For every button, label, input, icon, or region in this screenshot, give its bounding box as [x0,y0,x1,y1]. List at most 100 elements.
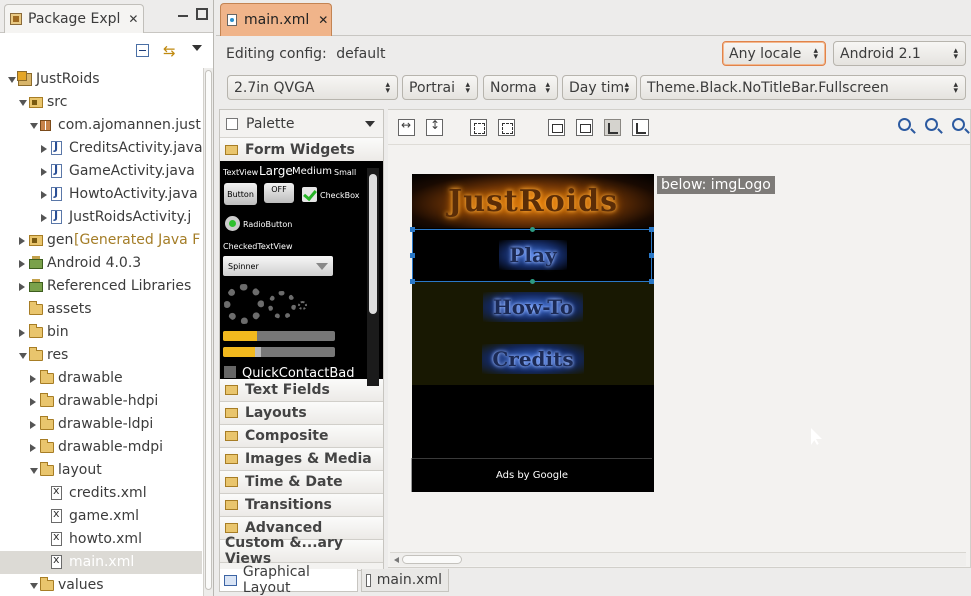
toggle-fill-width-icon[interactable] [398,118,415,136]
anchor-handle[interactable] [530,279,535,284]
palette-category[interactable]: Text Fields [220,379,383,402]
chevron-right-icon[interactable] [19,260,25,268]
tree-item[interactable]: Android 4.0.3 [0,252,202,275]
zoom-real-size-icon[interactable] [898,118,911,131]
chevron-right-icon[interactable] [19,329,25,337]
theme-select[interactable]: Theme.Black.NoTitleBar.Fullscreen ▴ ▾ [640,75,966,100]
margins-icon[interactable] [470,119,487,136]
chevron-down-icon[interactable] [8,77,16,83]
chevron-right-icon[interactable] [19,237,25,245]
scrollbar-thumb[interactable] [205,70,212,590]
tree-scrollbar[interactable] [203,68,213,596]
chevron-down-icon[interactable] [19,100,27,106]
resize-handle[interactable] [410,227,415,232]
widget-quick-contact-badge[interactable]: QuickContactBad [224,366,354,379]
palette-category[interactable]: Time & Date [220,471,383,494]
gravity-icon[interactable] [498,119,515,136]
widget-small-text[interactable]: Small [334,168,356,177]
align-icon[interactable] [604,119,621,136]
tab-main-xml-source[interactable]: main.xml [361,569,449,592]
chevron-right-icon[interactable] [30,375,36,383]
howto-button-image[interactable]: How-To [412,281,654,333]
time-select[interactable]: Day tim ▴ ▾ [562,75,637,100]
tree-item[interactable]: howto.xml [0,528,202,551]
chevron-right-icon[interactable] [19,283,25,291]
chevron-down-icon[interactable] [365,121,375,127]
resize-handle[interactable] [649,227,654,232]
zoom-out-icon[interactable] [925,118,938,131]
device-select[interactable]: 2.7in QVGA ▴ ▾ [227,75,398,100]
widget-button[interactable]: Button [224,183,257,205]
align-baseline-icon[interactable] [632,119,649,136]
credits-button-image[interactable]: Credits [412,333,654,385]
close-icon[interactable]: ✕ [318,13,328,27]
tree-item[interactable]: JustRoids [0,68,202,91]
target-select[interactable]: Android 2.1 ▴ ▾ [833,41,966,66]
widget-large-text[interactable]: Large [259,164,293,178]
palette-header[interactable]: Palette [220,110,383,138]
resize-handle[interactable] [649,253,654,258]
tree-item[interactable]: src [0,91,202,114]
maximize-icon[interactable] [196,8,208,20]
palette-category[interactable]: Layouts [220,402,383,425]
resize-handle[interactable] [649,279,654,284]
zoom-in-icon[interactable] [952,118,965,131]
widget-progress-small[interactable] [298,301,307,310]
chevron-down-icon[interactable] [19,353,27,359]
widget-toggle-button[interactable]: OFF [264,183,294,203]
widget-checkbox-icon[interactable] [302,187,317,202]
palette-category[interactable]: Custom &...ary Views [220,535,383,567]
widget-checkbox-label[interactable]: CheckBox [320,191,359,200]
chevron-right-icon[interactable] [41,191,47,199]
tree-item[interactable]: Referenced Libraries [0,275,202,298]
minimize-icon[interactable] [176,8,190,22]
tree-item[interactable]: gen [Generated Java F [0,229,202,252]
layout-width-icon[interactable] [548,119,565,136]
scrollbar-thumb[interactable] [369,174,377,314]
tree-item[interactable]: drawable-hdpi [0,390,202,413]
package-explorer-tab[interactable]: Package Expl ✕ [4,4,144,33]
view-menu-icon[interactable] [192,45,202,51]
widget-spinner[interactable]: Spinner [223,256,333,276]
tab-graphical-layout[interactable]: Graphical Layout [219,564,358,596]
editor-tab-main-xml[interactable]: main.xml ✕ [220,3,332,36]
palette-category-form-widgets[interactable]: Form Widgets [220,138,383,161]
selection-box[interactable] [410,227,654,284]
palette-category[interactable]: Composite [220,425,383,448]
chevron-right-icon[interactable] [41,214,47,222]
palette-category[interactable]: Images & Media [220,448,383,471]
chevron-down-icon[interactable] [30,468,38,474]
widget-radio-label[interactable]: RadioButton [243,220,292,229]
tree-item[interactable]: values [0,574,202,596]
tree-item[interactable]: HowtoActivity.java [0,183,202,206]
link-with-editor-icon[interactable]: ⇆ [163,42,176,60]
palette-scrollbar[interactable] [367,168,379,386]
widget-progress-normal[interactable] [268,291,296,319]
tree-item[interactable]: main.xml [0,551,202,574]
tree-item[interactable]: bin [0,321,202,344]
tree-item[interactable]: layout [0,459,202,482]
palette-category[interactable]: Transitions [220,494,383,517]
close-icon[interactable]: ✕ [128,12,138,26]
tree-item[interactable]: drawable-ldpi [0,413,202,436]
chevron-right-icon[interactable] [30,444,36,452]
widget-checked-textview[interactable]: CheckedTextView [223,242,293,251]
tree-item[interactable]: CreditsActivity.java [0,137,202,160]
orientation-select[interactable]: Portrai ▴ ▾ [402,75,478,100]
chevron-right-icon[interactable] [30,421,36,429]
tree-item[interactable]: JustRoidsActivity.j [0,206,202,229]
locale-select[interactable]: Any locale ▴ ▾ [722,41,826,66]
chevron-down-icon[interactable] [30,123,38,129]
tree-item[interactable]: GameActivity.java [0,160,202,183]
chevron-right-icon[interactable] [30,398,36,406]
widget-textview[interactable]: TextView [223,168,258,177]
collapse-all-icon[interactable] [136,44,149,57]
seekbar-knob[interactable] [255,347,261,357]
widget-medium-text[interactable]: Medium [292,166,332,177]
widget-radio-icon[interactable] [225,216,240,231]
tree-item[interactable]: drawable-mdpi [0,436,202,459]
tree-item[interactable]: res [0,344,202,367]
img-logo[interactable]: JustRoids [412,174,654,228]
scroll-left-icon[interactable] [394,557,399,563]
chevron-right-icon[interactable] [41,168,47,176]
